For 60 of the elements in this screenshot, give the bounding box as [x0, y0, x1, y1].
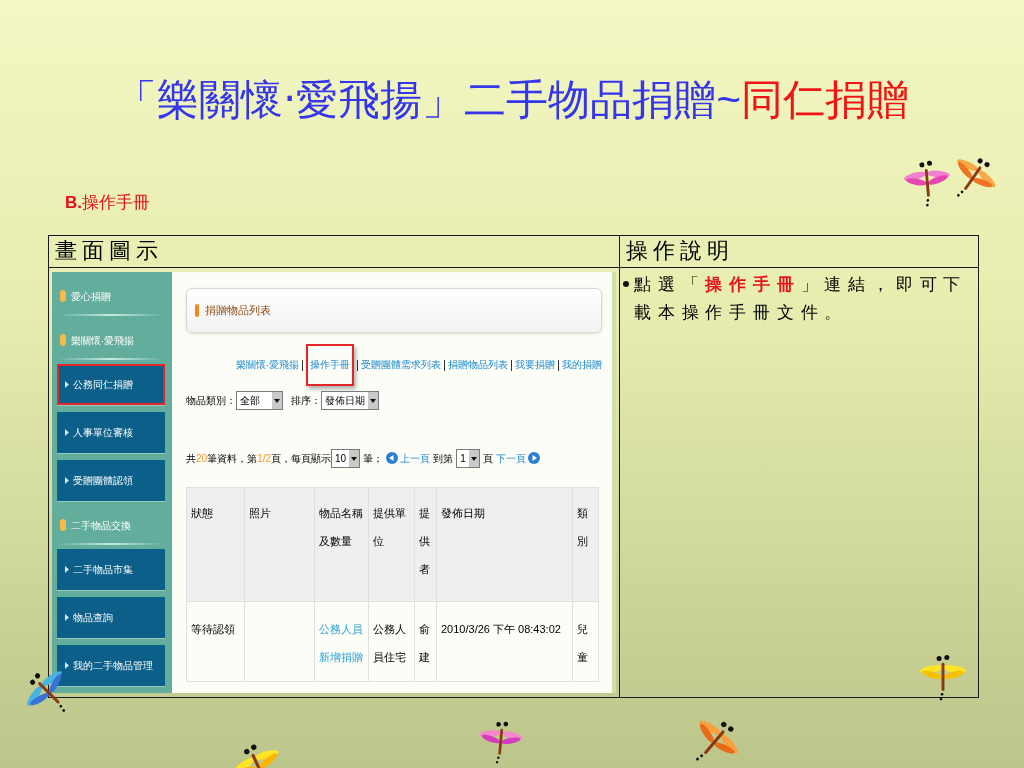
- slide-title: 「樂關懷‧愛飛揚」二手物品捐贈~同仁捐贈: [115, 75, 909, 125]
- column-header: 提供單位: [368, 487, 415, 602]
- filter-dropdown[interactable]: 全部: [236, 390, 283, 410]
- sidebar-item[interactable]: 人事單位審核: [57, 412, 165, 453]
- unit-label: 頁: [482, 451, 493, 466]
- filter-label: 排序：: [291, 393, 321, 408]
- table-cell: 等待認領: [186, 601, 245, 682]
- bullet-icon: [623, 281, 629, 287]
- nav-link[interactable]: 受贈團體需求列表: [361, 358, 441, 372]
- bullet-icon: [60, 519, 66, 531]
- next-page-link[interactable]: 下一頁: [495, 450, 540, 466]
- description-text: 點選「操作手冊」連結，即可下載本操作手冊文件。: [634, 273, 969, 324]
- nav-link[interactable]: 樂關懷‧愛飛揚: [236, 358, 299, 372]
- filter-dropdown[interactable]: 發佈日期: [321, 390, 379, 410]
- bullet-icon: [60, 290, 66, 302]
- panel-title: 捐贈物品列表: [205, 303, 271, 319]
- column-header: 類別: [572, 487, 599, 602]
- goto-label: 到第: [433, 451, 454, 466]
- column-header: 畫面圖示: [48, 235, 620, 268]
- caret-icon: [468, 449, 479, 467]
- nav-link[interactable]: 我要捐贈: [515, 358, 555, 372]
- nav-link[interactable]: 操作手冊: [306, 344, 354, 386]
- column-header: 物品名稱及數量: [314, 487, 369, 602]
- chevron-icon: [65, 614, 69, 621]
- bullet-icon: [60, 334, 66, 346]
- page-summary: 共20筆資料，第1/2頁，每頁顯示: [186, 451, 332, 466]
- sidebar-group-header[interactable]: 樂關懷‧愛飛揚: [60, 330, 134, 350]
- chevron-icon: [65, 477, 69, 484]
- nav-link[interactable]: 我的捐贈: [562, 358, 602, 372]
- table-cell: 公務人員住宅: [368, 601, 415, 682]
- chevron-icon: [65, 429, 69, 436]
- column-header: 發佈日期: [436, 487, 573, 602]
- nav-link[interactable]: 捐贈物品列表: [448, 358, 508, 372]
- marker-icon: [195, 304, 199, 317]
- chevron-icon: [65, 381, 69, 388]
- previous-page-link[interactable]: 上一頁: [386, 450, 431, 466]
- column-header: 操作說明: [619, 235, 979, 268]
- sidebar-item[interactable]: 公務同仁捐贈: [57, 364, 165, 405]
- column-header: 提供者: [414, 487, 437, 602]
- table-cell: 2010/3/26 下午 08:43:02: [436, 601, 573, 682]
- sidebar-item[interactable]: 二手物品市集: [57, 549, 165, 590]
- page-dropdown[interactable]: 1: [456, 448, 480, 468]
- section-heading: B.操作手冊: [65, 193, 150, 213]
- unit-label: 筆；: [363, 451, 384, 466]
- table-cell: 俞建: [414, 601, 437, 682]
- sidebar-group-header[interactable]: 二手物品交換: [60, 515, 131, 535]
- chevron-icon: [65, 662, 69, 669]
- column-header: 狀態: [186, 487, 245, 602]
- chevron-icon: [65, 566, 69, 573]
- sidebar-item[interactable]: 物品查詢: [57, 597, 165, 638]
- sidebar-item[interactable]: 我的二手物品管理: [57, 645, 165, 686]
- caret-icon: [349, 449, 360, 467]
- table-cell: 兒童: [572, 601, 599, 682]
- sidebar-group-header[interactable]: 愛心捐贈: [60, 286, 111, 306]
- page-size-dropdown[interactable]: 10: [331, 448, 361, 468]
- caret-icon: [272, 391, 282, 409]
- column-header: 照片: [244, 487, 315, 602]
- sidebar-item[interactable]: 受贈團體認領: [57, 460, 165, 501]
- caret-icon: [368, 391, 378, 409]
- filter-label: 物品類別：: [186, 393, 236, 408]
